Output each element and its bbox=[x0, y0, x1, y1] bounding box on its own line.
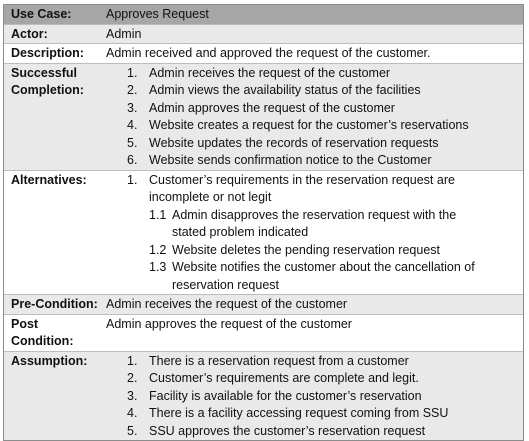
list-item: 6. Website sends confirmation notice to t… bbox=[106, 152, 519, 170]
step-text: Website creates a request for the custom… bbox=[149, 118, 469, 132]
step-number: 3. bbox=[127, 100, 138, 115]
alternative-sub-number: 1.1 bbox=[149, 207, 167, 222]
alternative-sub-line1: Website notifies the customer about the … bbox=[172, 260, 475, 274]
list-item: 3. Admin approves the request of the cust… bbox=[106, 100, 519, 118]
step-text: Website updates the records of reservati… bbox=[149, 135, 439, 150]
item-text: SSU approves the customer’s reservation … bbox=[149, 423, 426, 438]
successful-completion-value: 1. Admin receives the request of the cust… bbox=[104, 64, 523, 170]
list-item: 4. There is a facility accessing request … bbox=[106, 405, 519, 423]
pre-condition-value: Admin receives the request of the custom… bbox=[106, 297, 348, 311]
step-text: Admin receives the request of the custom… bbox=[149, 65, 391, 80]
item-number: 1. bbox=[127, 353, 138, 368]
alternative-sub-line1: Website deletes the pending reservation … bbox=[172, 242, 440, 257]
step-number: 4. bbox=[127, 118, 138, 132]
alternative-main: 1. Customer’s requirements in the reserv… bbox=[106, 172, 519, 207]
step-number: 5. bbox=[127, 135, 138, 150]
assumption-items: 1. There is a reservation request from a … bbox=[106, 353, 519, 441]
use-case-value: Approves Request bbox=[106, 7, 209, 21]
alternative-main-line2: incomplete or not legit bbox=[149, 190, 272, 204]
pre-condition-row: Pre-Condition: Admin receives the reques… bbox=[4, 295, 523, 315]
alternative-sub-number: 1.2 bbox=[149, 242, 167, 257]
successful-completion-label: Successful Completion: bbox=[4, 64, 104, 170]
list-item: 2. Admin views the availability status of… bbox=[106, 82, 519, 100]
alternatives-value: 1. Customer’s requirements in the reserv… bbox=[104, 171, 523, 295]
list-item: 5. Website updates the records of reserva… bbox=[106, 135, 519, 153]
alternative-sub-3: 1.3 Website notifies the customer about … bbox=[106, 259, 519, 294]
step-number: 2. bbox=[127, 83, 138, 97]
actor-label: Actor: bbox=[11, 26, 48, 41]
step-number: 6. bbox=[127, 153, 138, 167]
step-text: Website sends confirmation notice to the… bbox=[149, 153, 432, 167]
use-case-row: Use Case: Approves Request bbox=[4, 5, 523, 25]
list-item: 5. SSU approves the customer’s reservatio… bbox=[106, 423, 519, 441]
list-item: 2. Customer’s requirements are complete a… bbox=[106, 370, 519, 388]
actor-row: Actor: Admin bbox=[4, 24, 523, 44]
alternative-number: 1. bbox=[127, 172, 138, 187]
alternative-sub-1: 1.1 Admin disapproves the reservation re… bbox=[106, 207, 519, 242]
item-text: There is a facility accessing request co… bbox=[149, 406, 449, 420]
item-text: Customer’s requirements are complete and… bbox=[149, 371, 419, 385]
post-condition-row: Post Condition: Admin approves the reque… bbox=[4, 314, 523, 352]
actor-value: Admin bbox=[106, 26, 142, 41]
description-label: Description: bbox=[11, 46, 84, 60]
item-number: 2. bbox=[127, 371, 138, 385]
assumption-label: Assumption: bbox=[11, 353, 88, 368]
successful-completion-steps: 1. Admin receives the request of the cust… bbox=[106, 65, 519, 170]
post-condition-label-line1: Post bbox=[11, 316, 39, 331]
list-item: 4. Website creates a request for the cust… bbox=[106, 117, 519, 135]
alternative-main-line1: Customer’s requirements in the reservati… bbox=[149, 172, 455, 187]
alternative-sub-line2: stated problem indicated bbox=[172, 225, 309, 239]
step-number: 1. bbox=[127, 65, 138, 80]
alternative-sub-line2: reservation request bbox=[172, 277, 280, 292]
step-text: Admin approves the request of the custom… bbox=[149, 100, 395, 115]
assumption-row: Assumption: 1. There is a reservation req… bbox=[4, 351, 523, 441]
alternative-sub-2: 1.2 Website deletes the pending reservat… bbox=[106, 242, 519, 260]
successful-completion-row: Successful Completion: 1. Admin receives … bbox=[4, 63, 523, 171]
step-text: Admin views the availability status of t… bbox=[149, 83, 421, 97]
successful-completion-label-line1: Successful bbox=[11, 65, 78, 80]
successful-completion-label-line2: Completion: bbox=[11, 83, 84, 97]
alternatives-label: Alternatives: bbox=[11, 172, 87, 187]
post-condition-label-line2: Condition: bbox=[11, 334, 74, 348]
item-number: 4. bbox=[127, 406, 138, 420]
description-row: Description: Admin received and approved… bbox=[4, 44, 523, 64]
list-item: 1. Admin receives the request of the cust… bbox=[106, 65, 519, 83]
post-condition-label: Post Condition: bbox=[4, 315, 104, 351]
item-number: 5. bbox=[127, 423, 138, 438]
pre-condition-label: Pre-Condition: bbox=[11, 297, 98, 311]
item-text: Facility is available for the customer’s… bbox=[149, 388, 422, 403]
item-number: 3. bbox=[127, 388, 138, 403]
description-value: Admin received and approved the request … bbox=[106, 46, 431, 60]
assumption-value: 1. There is a reservation request from a … bbox=[104, 352, 523, 441]
alternatives-row: Alternatives: 1. Customer’s requirements… bbox=[4, 170, 523, 295]
list-item: 1. There is a reservation request from a … bbox=[106, 353, 519, 371]
item-text: There is a reservation request from a cu… bbox=[149, 353, 409, 368]
alternative-sub-number: 1.3 bbox=[149, 260, 167, 274]
post-condition-value: Admin approves the request of the custom… bbox=[106, 316, 352, 331]
use-case-label: Use Case: bbox=[11, 7, 72, 21]
list-item: 3. Facility is available for the customer… bbox=[106, 388, 519, 406]
use-case-table: Use Case: Approves Request Actor: Admin … bbox=[3, 4, 524, 441]
alternative-sub-line1: Admin disapproves the reservation reques… bbox=[172, 207, 457, 222]
